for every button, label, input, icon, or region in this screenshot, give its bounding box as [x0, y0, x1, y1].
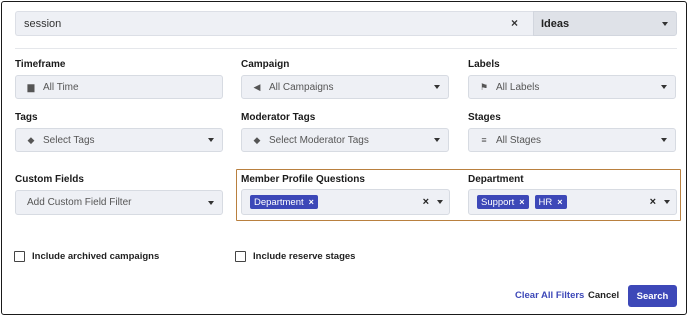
include-archived-checkbox[interactable] — [14, 251, 25, 262]
remove-chip-icon[interactable]: × — [519, 197, 524, 207]
content-type-select[interactable]: Ideas — [533, 11, 677, 36]
filter-panel: × Ideas Timeframe ▆ All Time Campaign ◀ … — [1, 1, 687, 315]
chevron-down-icon — [434, 138, 440, 142]
moderator-tags-value: Select Moderator Tags — [269, 134, 369, 146]
labels-select[interactable]: ⚑ All Labels — [468, 75, 676, 99]
clear-selection-icon[interactable]: × — [423, 196, 429, 208]
custom-fields-label: Custom Fields — [15, 174, 84, 185]
search-input[interactable] — [15, 11, 533, 36]
department-label: Department — [468, 174, 524, 185]
timeframe-value: All Time — [43, 81, 79, 93]
labels-value: All Labels — [496, 81, 540, 93]
chevron-down-icon — [661, 85, 667, 89]
search-button[interactable]: Search — [628, 285, 677, 307]
moderator-tags-select[interactable]: ◆ Select Moderator Tags — [241, 128, 449, 152]
megaphone-icon: ◀ — [253, 81, 261, 92]
include-reserve-row[interactable]: Include reserve stages — [235, 251, 355, 262]
clear-selection-icon[interactable]: × — [650, 196, 656, 208]
tags-value: Select Tags — [43, 134, 95, 146]
cancel-button[interactable]: Cancel — [588, 290, 619, 301]
content-type-value: Ideas — [541, 17, 570, 30]
chevron-down-icon — [662, 21, 668, 26]
moderator-tags-label: Moderator Tags — [241, 112, 316, 123]
search-row: × Ideas — [15, 11, 677, 36]
tags-select[interactable]: ◆ Select Tags — [15, 128, 223, 152]
campaign-label: Campaign — [241, 59, 290, 70]
include-reserve-checkbox[interactable] — [235, 251, 246, 262]
chevron-down-icon — [661, 138, 667, 142]
calendar-icon: ▆ — [27, 81, 35, 92]
filter-lines-icon: ≡ — [481, 135, 487, 145]
chip-hr: HR × — [534, 195, 567, 209]
flag-icon: ⚑ — [479, 81, 489, 92]
tag-icon: ◆ — [253, 134, 261, 145]
divider — [15, 48, 677, 49]
include-archived-label: Include archived campaigns — [32, 251, 160, 262]
chevron-down-icon[interactable] — [437, 200, 443, 204]
chip-support: Support × — [477, 195, 529, 209]
include-archived-row[interactable]: Include archived campaigns — [14, 251, 159, 262]
clear-all-filters-link[interactable]: Clear All Filters — [515, 290, 584, 301]
labels-label: Labels — [468, 59, 500, 70]
clear-search-icon[interactable]: × — [511, 16, 518, 30]
department-select[interactable]: Support × HR × × — [468, 189, 677, 215]
include-reserve-label: Include reserve stages — [253, 251, 356, 262]
chevron-down-icon — [208, 138, 214, 142]
custom-fields-placeholder: Add Custom Field Filter — [27, 197, 132, 208]
timeframe-label: Timeframe — [15, 59, 66, 70]
member-profile-questions-select[interactable]: Department × × — [241, 189, 450, 215]
custom-fields-select[interactable]: Add Custom Field Filter — [15, 190, 223, 215]
remove-chip-icon[interactable]: × — [309, 197, 314, 207]
chip-department: Department × — [250, 195, 318, 209]
campaign-select[interactable]: ◀ All Campaigns — [241, 75, 449, 99]
stages-label: Stages — [468, 112, 501, 123]
remove-chip-icon[interactable]: × — [557, 197, 562, 207]
campaign-value: All Campaigns — [269, 81, 334, 93]
tag-icon: ◆ — [27, 134, 35, 145]
timeframe-select[interactable]: ▆ All Time — [15, 75, 223, 99]
chevron-down-icon[interactable] — [664, 200, 670, 204]
stages-value: All Stages — [496, 134, 542, 146]
chip-label: Support — [481, 196, 515, 208]
chip-label: Department — [254, 196, 304, 208]
stages-select[interactable]: ≡ All Stages — [468, 128, 676, 152]
member-profile-questions-label: Member Profile Questions — [241, 174, 365, 185]
tags-label: Tags — [15, 112, 38, 123]
chip-label: HR — [538, 196, 553, 208]
chevron-down-icon — [208, 200, 214, 205]
chevron-down-icon — [434, 85, 440, 89]
